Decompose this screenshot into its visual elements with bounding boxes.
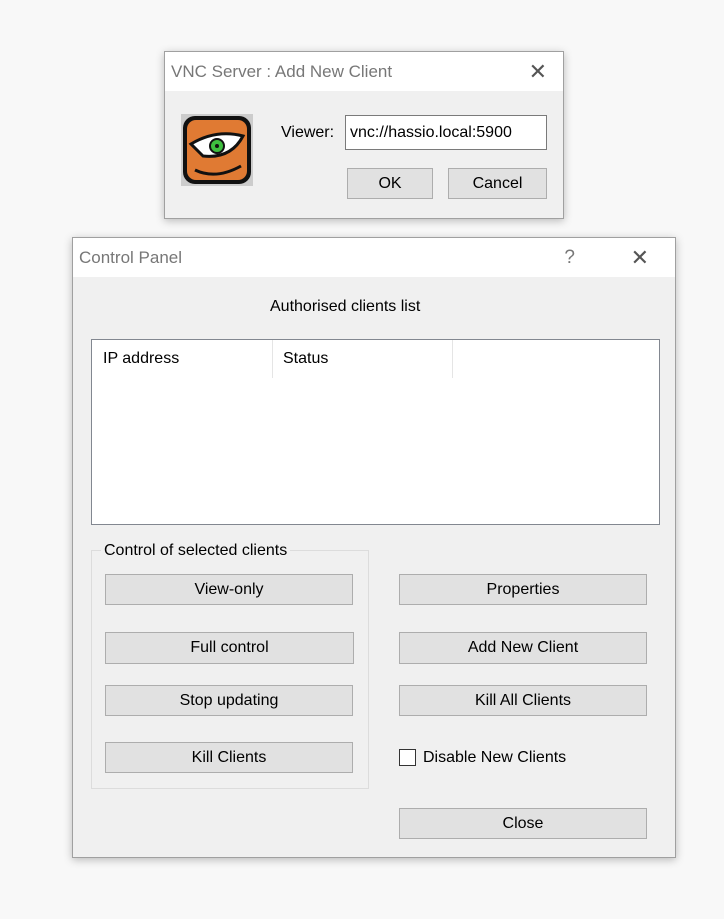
full-control-button[interactable]: Full control — [105, 632, 354, 664]
viewer-label: Viewer: — [281, 124, 335, 141]
properties-button[interactable]: Properties — [399, 574, 647, 605]
disable-new-clients-label[interactable]: Disable New Clients — [423, 749, 566, 767]
stop-updating-button[interactable]: Stop updating — [105, 685, 353, 716]
list-title: Authorised clients list — [270, 298, 421, 315]
dialog-title: VNC Server : Add New Client — [171, 62, 393, 81]
view-only-button[interactable]: View-only — [105, 574, 353, 605]
viewer-input[interactable] — [345, 115, 547, 150]
ok-button[interactable]: OK — [347, 168, 433, 199]
clients-list[interactable]: IP address Status — [91, 339, 660, 525]
disable-new-clients-checkbox[interactable] — [399, 749, 416, 766]
vnc-logo-icon — [181, 114, 253, 186]
close-icon[interactable]: ✕ — [631, 238, 649, 278]
window-title: Control Panel — [79, 248, 183, 267]
close-icon[interactable]: ✕ — [529, 52, 547, 92]
title-bar: VNC Server : Add New Client ✕ — [165, 52, 563, 91]
add-new-client-button[interactable]: Add New Client — [399, 632, 647, 664]
add-new-client-dialog: VNC Server : Add New Client ✕ Viewer: OK… — [164, 51, 564, 219]
control-panel-window: Control Panel ? ✕ Authorised clients lis… — [72, 237, 676, 858]
cancel-button[interactable]: Cancel — [448, 168, 547, 199]
title-bar: Control Panel ? ✕ — [73, 238, 675, 277]
kill-clients-button[interactable]: Kill Clients — [105, 742, 353, 773]
kill-all-clients-button[interactable]: Kill All Clients — [399, 685, 647, 716]
close-button[interactable]: Close — [399, 808, 647, 839]
group-label: Control of selected clients — [101, 542, 291, 560]
column-header-ip[interactable]: IP address — [92, 340, 273, 378]
column-header-status[interactable]: Status — [273, 340, 453, 378]
help-icon[interactable]: ? — [564, 238, 575, 278]
